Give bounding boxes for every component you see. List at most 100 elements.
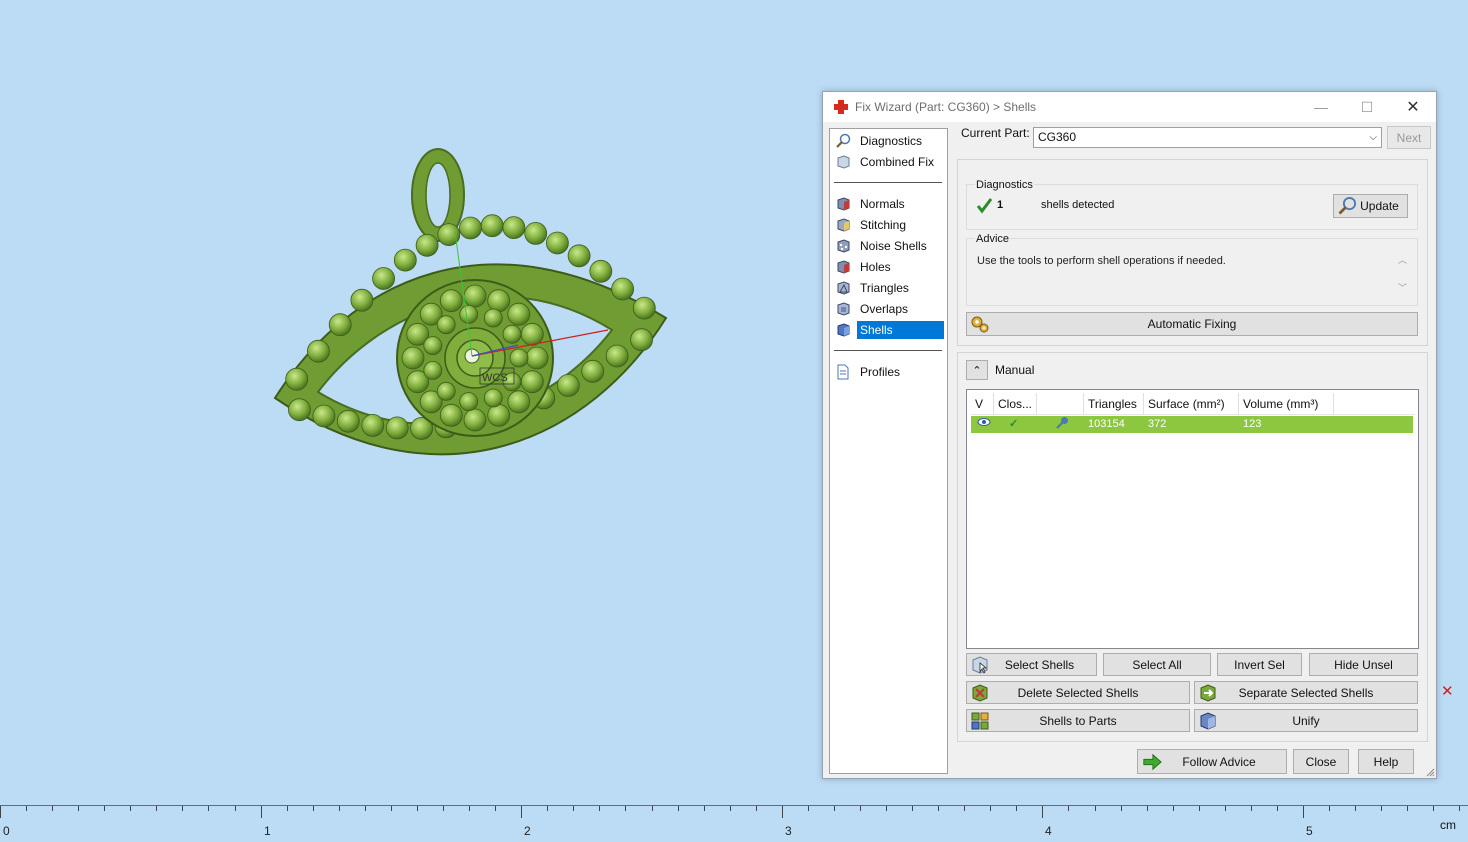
gem-bead bbox=[385, 416, 409, 440]
delete-shells-icon bbox=[972, 683, 988, 702]
ruler-tick bbox=[547, 806, 548, 811]
nav-item-combined-fix[interactable]: Combined Fix bbox=[834, 152, 944, 172]
column-header-volume[interactable]: Volume (mm³) bbox=[1239, 393, 1334, 415]
cell-volume: 123 bbox=[1243, 418, 1262, 430]
chevron-up-icon: ⌃ bbox=[972, 364, 982, 377]
unify-icon bbox=[1200, 711, 1216, 730]
ruler-unit-label: cm bbox=[1440, 818, 1456, 832]
ruler-tick bbox=[0, 806, 1, 818]
iris-gem-bead bbox=[525, 346, 549, 370]
next-button[interactable]: Next bbox=[1387, 126, 1431, 149]
gem-bead bbox=[415, 233, 439, 257]
gem-bead bbox=[328, 313, 352, 337]
ruler-tick bbox=[1147, 806, 1148, 811]
ruler-tick bbox=[652, 806, 653, 811]
nav-item-stitching[interactable]: Stitching bbox=[834, 215, 944, 235]
nav-item-profiles[interactable]: Profiles bbox=[834, 362, 944, 382]
ruler-tick bbox=[860, 806, 861, 811]
iris-gem-bead bbox=[483, 308, 503, 328]
ruler-tick bbox=[26, 806, 27, 811]
close-button[interactable]: Close bbox=[1293, 749, 1349, 774]
ruler-tick bbox=[156, 806, 157, 811]
gem-bead bbox=[336, 409, 360, 433]
eye-pendant-model[interactable]: WCS bbox=[260, 140, 680, 490]
gem-bead bbox=[288, 398, 311, 422]
nav-item-normals[interactable]: Normals bbox=[834, 194, 944, 214]
separate-selected-shells-button[interactable]: Separate Selected Shells bbox=[1194, 681, 1418, 704]
ruler-tick bbox=[1042, 806, 1043, 818]
close-marker-icon[interactable]: ✕ bbox=[1441, 682, 1454, 700]
current-part-select[interactable]: CG360 ⌵ bbox=[1033, 127, 1382, 148]
ruler-tick bbox=[1407, 806, 1408, 811]
close-window-button[interactable]: ✕ bbox=[1390, 92, 1436, 122]
ruler-tick bbox=[756, 806, 757, 811]
resize-grip-icon[interactable] bbox=[1425, 767, 1435, 777]
nav-label: Noise Shells bbox=[860, 239, 927, 253]
nav-item-noise-shells[interactable]: Noise Shells bbox=[834, 236, 944, 256]
update-button[interactable]: Update bbox=[1333, 194, 1408, 218]
ruler-tick bbox=[1355, 806, 1356, 811]
nav-item-shells[interactable]: Shells bbox=[834, 320, 944, 340]
gem-bead bbox=[312, 404, 336, 428]
ruler-label: 2 bbox=[524, 824, 531, 838]
ruler-tick bbox=[782, 806, 783, 818]
fix-wizard-dialog: Fix Wizard (Part: CG360) > Shells — ☐ ✕ … bbox=[822, 91, 1437, 779]
table-row[interactable]: ✓ 103154 372 123 bbox=[971, 416, 1413, 433]
nav-item-overlaps[interactable]: Overlaps bbox=[834, 299, 944, 319]
unify-button[interactable]: Unify bbox=[1194, 709, 1418, 732]
advice-heading: Advice bbox=[975, 233, 1011, 245]
hide-unsel-button[interactable]: Hide Unsel bbox=[1309, 653, 1418, 676]
nav-label: Triangles bbox=[860, 281, 909, 295]
cell-surface: 372 bbox=[1148, 418, 1167, 430]
delete-selected-shells-button[interactable]: Delete Selected Shells bbox=[966, 681, 1190, 704]
scroll-up-icon[interactable]: ︿ bbox=[1398, 253, 1407, 266]
ruler-tick bbox=[443, 806, 444, 811]
manual-heading: Manual bbox=[995, 363, 1035, 377]
gem-bead bbox=[480, 214, 504, 238]
gem-bead bbox=[307, 339, 330, 363]
table-header: V Clos... Triangles Surface (mm²) Volume… bbox=[971, 393, 1415, 415]
ruler-tick bbox=[1433, 806, 1434, 811]
column-header-v[interactable]: V bbox=[971, 393, 994, 415]
nav-label: Combined Fix bbox=[860, 155, 935, 169]
nav-item-triangles[interactable]: Triangles bbox=[834, 278, 944, 298]
column-header-surface[interactable]: Surface (mm²) bbox=[1144, 393, 1239, 415]
ruler-tick bbox=[208, 806, 209, 811]
minimize-button[interactable]: — bbox=[1298, 92, 1344, 122]
ruler-tick bbox=[287, 806, 288, 811]
document-icon bbox=[834, 363, 852, 381]
follow-advice-button[interactable]: Follow Advice bbox=[1137, 749, 1287, 774]
follow-advice-label: Follow Advice bbox=[1182, 754, 1256, 769]
nav-item-holes[interactable]: Holes bbox=[834, 257, 944, 277]
collapse-button[interactable]: ⌃ bbox=[966, 360, 988, 380]
update-label: Update bbox=[1360, 199, 1399, 213]
ruler-tick bbox=[313, 806, 314, 811]
gem-bead bbox=[372, 267, 395, 290]
gem-bead bbox=[632, 296, 656, 320]
gem-bead bbox=[350, 288, 374, 312]
wrench-icon[interactable] bbox=[1051, 416, 1075, 433]
invert-sel-button[interactable]: Invert Sel bbox=[1217, 653, 1302, 676]
select-shells-icon bbox=[972, 655, 988, 674]
automatic-fixing-button[interactable]: Automatic Fixing bbox=[966, 312, 1418, 336]
nav-item-diagnostics[interactable]: Diagnostics bbox=[834, 131, 944, 151]
ruler-tick bbox=[1225, 806, 1226, 811]
select-all-button[interactable]: Select All bbox=[1103, 653, 1211, 676]
scroll-down-icon[interactable]: ﹀ bbox=[1398, 281, 1407, 294]
help-button[interactable]: Help bbox=[1358, 749, 1414, 774]
shells-table[interactable]: V Clos... Triangles Surface (mm²) Volume… bbox=[966, 389, 1419, 649]
column-header-triangles[interactable]: Triangles bbox=[1084, 393, 1144, 415]
title-bar[interactable]: Fix Wizard (Part: CG360) > Shells — ☐ ✕ bbox=[823, 92, 1436, 122]
column-header-blank[interactable] bbox=[1037, 393, 1084, 415]
ruler-tick bbox=[1329, 806, 1330, 811]
check-icon bbox=[976, 198, 993, 214]
select-shells-button[interactable]: Select Shells bbox=[966, 653, 1097, 676]
maximize-button[interactable]: ☐ bbox=[1344, 92, 1390, 122]
shells-to-parts-button[interactable]: Shells to Parts bbox=[966, 709, 1190, 732]
column-header-closed[interactable]: Clos... bbox=[994, 393, 1037, 415]
ruler-tick bbox=[1381, 806, 1382, 811]
eye-icon[interactable] bbox=[973, 416, 995, 433]
ruler-tick bbox=[1173, 806, 1174, 811]
gem-bead bbox=[459, 216, 482, 240]
iris-gem-bead bbox=[459, 304, 479, 324]
